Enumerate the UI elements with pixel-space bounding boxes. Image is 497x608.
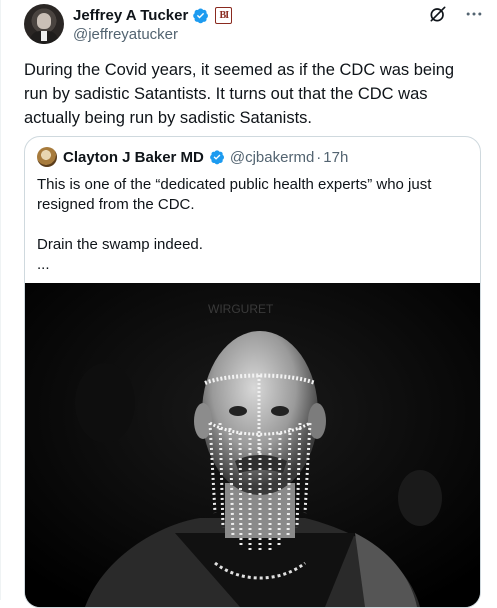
- author-avatar[interactable]: [24, 4, 64, 44]
- quoted-tweet-text: This is one of the “dedicated public hea…: [37, 176, 432, 273]
- quoted-separator: ·: [316, 148, 322, 166]
- grok-icon[interactable]: [428, 4, 448, 24]
- quoted-author-handle[interactable]: @cjbakermd: [230, 149, 314, 166]
- quoted-author-name[interactable]: Clayton J Baker MD: [63, 149, 204, 166]
- quoted-timestamp[interactable]: 17h: [323, 149, 348, 166]
- quoted-author-avatar[interactable]: [37, 147, 57, 167]
- quoted-tweet-header: Clayton J Baker MD @cjbakermd · 17h: [37, 147, 348, 167]
- affiliation-badge-letters: BI: [219, 9, 230, 21]
- author-display-name[interactable]: Jeffrey A Tucker: [73, 7, 188, 24]
- photo-image: WIRGURET: [25, 283, 480, 607]
- author-name-row: Jeffrey A Tucker BI: [73, 5, 233, 25]
- quoted-tweet-photo[interactable]: WIRGURET: [25, 283, 480, 607]
- timeline-divider: [0, 0, 1, 600]
- tweet-header: Jeffrey A Tucker BI @jeffreyatucker: [24, 4, 484, 44]
- photo-background-text: WIRGURET: [208, 302, 274, 316]
- quoted-tweet-card[interactable]: Clayton J Baker MD @cjbakermd · 17h This…: [24, 136, 481, 608]
- verified-badge-icon[interactable]: [209, 149, 225, 165]
- verified-badge-icon[interactable]: [192, 7, 209, 24]
- affiliation-badge[interactable]: BI: [215, 6, 233, 24]
- author-handle[interactable]: @jeffreyatucker: [73, 26, 178, 43]
- more-icon[interactable]: [464, 4, 484, 24]
- tweet-text: During the Covid years, it seemed as if …: [24, 61, 459, 127]
